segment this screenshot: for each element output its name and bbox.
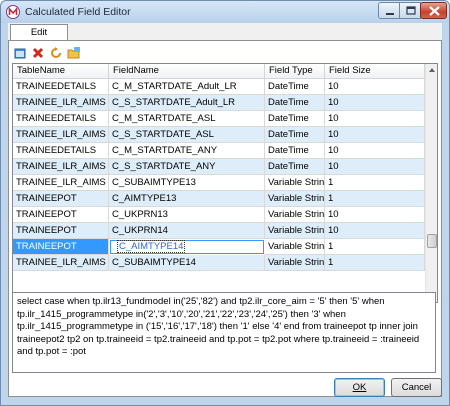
cell-tablename[interactable]: TRAINEEDETAILS: [13, 111, 109, 127]
cell-fieldtype[interactable]: DateTime: [265, 127, 325, 143]
table-row[interactable]: TRAINEE_ILR_AIMS C_S_STARTDATE_Adult_LR Da…: [13, 95, 425, 111]
cell-tablename[interactable]: TRAINEE_ILR_AIMS: [13, 95, 109, 111]
scroll-thumb[interactable]: [427, 234, 437, 248]
cell-fieldsize[interactable]: 1: [325, 239, 425, 255]
minimize-icon: [386, 13, 394, 15]
calcfields-grid[interactable]: TableName FieldName Field Type Field Siz…: [12, 63, 438, 303]
cell-tablename[interactable]: TRAINEEPOT: [13, 223, 109, 239]
tab-strip: Edit Calcfields: [8, 23, 442, 54]
cell-fieldsize[interactable]: 10: [325, 95, 425, 111]
cell-fieldsize[interactable]: 10: [325, 159, 425, 175]
window-title: Calculated Field Editor: [25, 6, 131, 18]
dialog-client: Edit Calcfields TableName: [8, 23, 442, 397]
cancel-button[interactable]: Cancel: [391, 378, 442, 397]
table-row[interactable]: TRAINEE_ILR_AIMS C_S_STARTDATE_ASL DateTim…: [13, 127, 425, 143]
cell-tablename[interactable]: TRAINEEDETAILS: [13, 143, 109, 159]
open-icon[interactable]: [67, 46, 81, 60]
table-row[interactable]: TRAINEE_ILR_AIMS C_SUBAIMTYPE14 Variable S…: [13, 255, 425, 271]
title-bar[interactable]: Calculated Field Editor: [1, 1, 449, 23]
table-row[interactable]: TRAINEE_ILR_AIMS C_SUBAIMTYPE13 Variable S…: [13, 175, 425, 191]
table-row[interactable]: TRAINEEDETAILS C_M_STARTDATE_ANY DateTime 1…: [13, 143, 425, 159]
column-header-fieldname[interactable]: FieldName: [109, 64, 265, 78]
table-row[interactable]: TRAINEE_ILR_AIMS C_S_STARTDATE_ANY DateTim…: [13, 159, 425, 175]
cell-fieldname[interactable]: C_M_STARTDATE_ANY: [109, 143, 265, 159]
cell-tablename[interactable]: TRAINEE_ILR_AIMS: [13, 127, 109, 143]
column-header-fieldsize[interactable]: Field Size: [325, 64, 425, 78]
cell-fieldtype[interactable]: Variable String: [265, 191, 325, 207]
cell-tablename[interactable]: TRAINEEPOT: [13, 207, 109, 223]
cell-tablename[interactable]: TRAINEEPOT: [13, 239, 109, 255]
cell-tablename[interactable]: TRAINEEPOT: [13, 191, 109, 207]
cell-fieldname[interactable]: C_M_STARTDATE_ASL: [109, 111, 265, 127]
cell-fieldsize[interactable]: 1: [325, 175, 425, 191]
cell-fieldtype[interactable]: DateTime: [265, 143, 325, 159]
cell-fieldtype[interactable]: Variable String: [265, 207, 325, 223]
cell-fieldname[interactable]: C_SUBAIMTYPE14: [109, 255, 265, 271]
column-header-fieldtype[interactable]: Field Type: [265, 64, 325, 78]
tab-edit-calcfields[interactable]: Edit Calcfields: [10, 24, 68, 54]
cell-fieldname[interactable]: C_S_STARTDATE_ASL: [109, 127, 265, 143]
grid-vertical-scrollbar[interactable]: [425, 64, 438, 302]
cell-fieldname[interactable]: C_M_STARTDATE_Adult_LR: [109, 79, 265, 95]
minimize-button[interactable]: [378, 2, 400, 19]
grid-header: TableName FieldName Field Type Field Siz…: [13, 64, 425, 79]
ok-button[interactable]: OK: [334, 378, 385, 397]
cell-fieldsize[interactable]: 10: [325, 127, 425, 143]
calculated-field-editor-window: Calculated Field Editor Edit Calcfields: [0, 0, 450, 406]
cell-fieldsize[interactable]: 1: [325, 191, 425, 207]
cell-fieldname[interactable]: C_S_STARTDATE_ANY: [109, 159, 265, 175]
cell-tablename[interactable]: TRAINEE_ILR_AIMS: [13, 175, 109, 191]
table-row[interactable]: TRAINEEDETAILS C_M_STARTDATE_ASL DateTime 1…: [13, 111, 425, 127]
expression-textarea[interactable]: select case when tp.ilr13_fundmodel in('…: [12, 292, 436, 373]
cell-tablename[interactable]: TRAINEE_ILR_AIMS: [13, 159, 109, 175]
cell-tablename[interactable]: TRAINEEDETAILS: [13, 79, 109, 95]
cell-fieldname[interactable]: C_UKPRN14: [109, 223, 265, 239]
ok-label: OK: [352, 382, 367, 393]
refresh-icon[interactable]: [49, 46, 63, 60]
cell-fieldname[interactable]: C_AIMTYPE13: [109, 191, 265, 207]
maximize-icon: [406, 6, 416, 15]
cell-fieldtype[interactable]: Variable String: [265, 223, 325, 239]
close-button[interactable]: [420, 2, 447, 19]
cell-fieldtype[interactable]: Variable String: [265, 239, 325, 255]
cell-fieldsize[interactable]: 10: [325, 111, 425, 127]
cell-fieldtype[interactable]: Variable String: [265, 255, 325, 271]
cell-fieldname[interactable]: C_S_STARTDATE_Adult_LR: [109, 95, 265, 111]
cell-fieldsize[interactable]: 10: [325, 207, 425, 223]
table-row[interactable]: TRAINEEPOT C_AIMTYPE13 Variable String 1: [13, 191, 425, 207]
close-icon: [429, 6, 440, 16]
cell-fieldname[interactable]: [109, 239, 265, 255]
table-row[interactable]: TRAINEEPOT C_UKPRN13 Variable String 10: [13, 207, 425, 223]
cell-fieldtype[interactable]: DateTime: [265, 111, 325, 127]
table-row[interactable]: TRAINEEDETAILS C_M_STARTDATE_Adult_LR Date…: [13, 79, 425, 95]
cell-fieldtype[interactable]: DateTime: [265, 159, 325, 175]
table-row[interactable]: TRAINEEPOT C_AIMTYPE14 Variable String 1: [13, 239, 425, 255]
cell-fieldtype[interactable]: DateTime: [265, 79, 325, 95]
cell-fieldsize[interactable]: 10: [325, 223, 425, 239]
tab-page-edit-calcfields: TableName FieldName Field Type Field Siz…: [8, 40, 442, 397]
cell-fieldtype[interactable]: DateTime: [265, 95, 325, 111]
scroll-up-icon[interactable]: [426, 64, 438, 76]
maximize-button[interactable]: [399, 2, 421, 19]
new-icon[interactable]: [13, 46, 27, 60]
delete-icon[interactable]: [31, 46, 45, 60]
table-row[interactable]: TRAINEEPOT C_UKPRN14 Variable String 10: [13, 223, 425, 239]
cell-fieldsize[interactable]: 10: [325, 143, 425, 159]
column-header-tablename[interactable]: TableName: [13, 64, 109, 78]
cell-fieldtype[interactable]: Variable String: [265, 175, 325, 191]
cell-fieldsize[interactable]: 1: [325, 255, 425, 271]
app-icon: [6, 5, 20, 19]
cell-fieldsize[interactable]: 10: [325, 79, 425, 95]
cell-fieldname[interactable]: C_UKPRN13: [109, 207, 265, 223]
cell-fieldname[interactable]: C_SUBAIMTYPE13: [109, 175, 265, 191]
cell-tablename[interactable]: TRAINEE_ILR_AIMS: [13, 255, 109, 271]
